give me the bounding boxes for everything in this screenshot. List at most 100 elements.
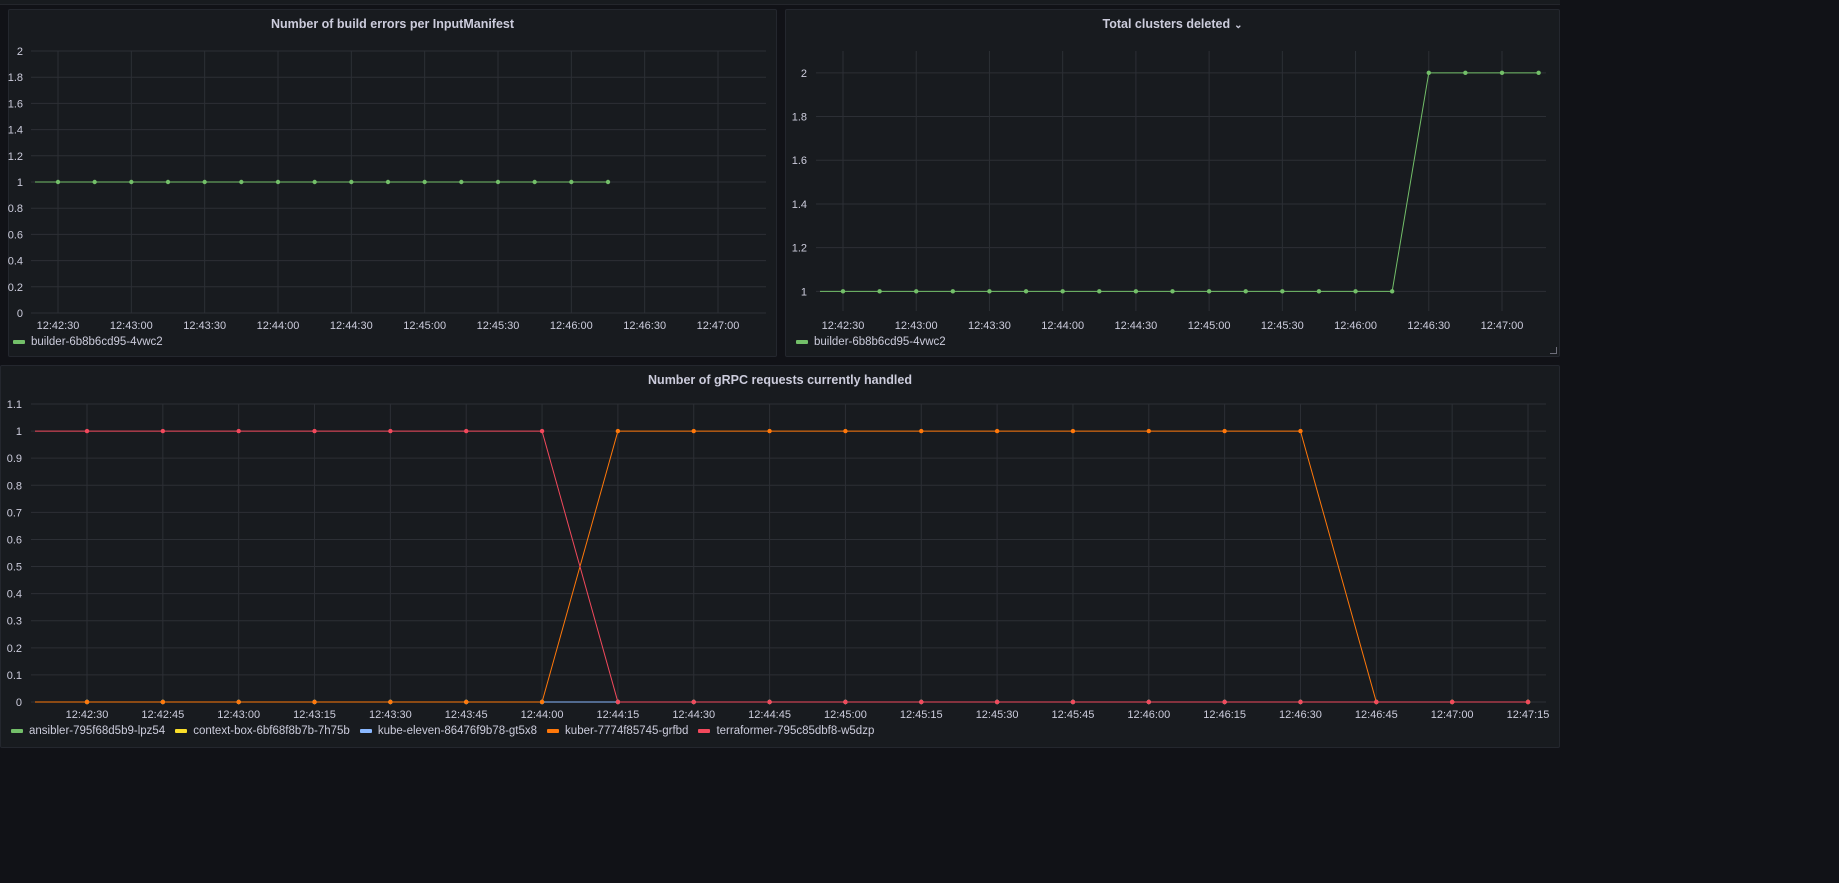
legend-item[interactable]: builder-6b8b6cd95-4vwc2 [796,336,946,348]
data-point[interactable] [877,289,882,294]
data-point[interactable] [1097,289,1102,294]
data-point[interactable] [202,179,207,185]
data-point[interactable] [84,699,90,705]
data-point[interactable] [1389,289,1395,294]
data-point[interactable] [691,428,696,434]
data-point[interactable] [1353,289,1358,294]
legend-item[interactable]: terraformer-795c85dbf8-w5dzp [698,725,874,737]
data-point[interactable] [919,428,924,434]
data-point[interactable] [160,699,166,705]
y-tick-label: 0 [17,308,23,320]
data-point[interactable] [388,428,393,434]
data-point[interactable] [1374,699,1379,705]
data-point[interactable] [459,179,464,185]
panel-clusters-deleted[interactable]: Total clusters deleted ⌄ 1 1.2 1.4 1.6 1.8 2 12… [785,9,1560,357]
x-tick-label: 12:43:15 [293,709,336,721]
data-point[interactable] [994,428,1000,434]
legend-item[interactable]: ansibler-795f68d5b9-lpz54 [11,725,165,737]
legend-swatch-icon [698,729,711,733]
data-point[interactable] [987,289,992,294]
data-point[interactable] [312,699,317,705]
data-point[interactable] [840,289,846,294]
legend-swatch-icon [359,729,372,733]
y-tick-label: 0.9 [7,453,22,465]
data-point[interactable] [312,179,317,185]
data-point[interactable] [1070,699,1076,705]
data-point[interactable] [349,179,354,185]
data-point[interactable] [950,289,956,294]
series-line-builder-6b8b6cd95-4vwc2[interactable] [820,72,1539,292]
data-point[interactable] [914,289,919,294]
data-point[interactable] [1280,289,1285,294]
data-point[interactable] [129,179,134,185]
data-point[interactable] [92,179,97,185]
legend-item[interactable]: builder-6b8b6cd95-4vwc2 [13,336,163,348]
data-point[interactable] [160,428,166,434]
data-point[interactable] [843,428,848,434]
data-point[interactable] [1525,699,1531,705]
data-point[interactable] [569,179,574,185]
data-point[interactable] [312,428,317,434]
data-point[interactable] [84,428,90,434]
data-point[interactable] [1133,289,1139,294]
data-point[interactable] [236,699,241,705]
data-point[interactable] [1449,699,1455,705]
data-point[interactable] [1536,70,1541,76]
data-point[interactable] [55,179,61,185]
chart-clusters-deleted: 1 1.2 1.4 1.6 1.8 2 12:42:30 12:43:00 12:43:30 12… [792,51,1546,332]
data-point[interactable] [1146,428,1151,434]
data-point[interactable] [464,428,469,434]
data-point[interactable] [464,699,469,705]
data-point[interactable] [422,179,427,185]
x-tick-label: 12:43:45 [445,709,488,721]
data-point[interactable] [605,179,611,185]
data-point[interactable] [495,179,501,185]
data-point[interactable] [1146,699,1151,705]
data-point[interactable] [1222,699,1227,705]
panel-grpc-requests[interactable]: Number of gRPC requests currently handle… [0,365,1560,748]
resize-handle[interactable] [1550,347,1557,354]
dashboard-top-strip [0,0,1560,5]
y-tick-label: 0.8 [8,203,23,215]
data-point[interactable] [539,699,545,705]
data-point[interactable] [1222,428,1227,434]
data-point[interactable] [843,699,848,705]
data-point[interactable] [165,179,171,185]
data-point[interactable] [385,179,391,185]
data-point[interactable] [1463,70,1468,76]
data-point[interactable] [239,179,244,185]
y-tick-label: 0.6 [8,229,23,241]
legend-swatch-icon [547,729,560,733]
data-point[interactable] [615,699,621,705]
data-point[interactable] [532,179,537,185]
data-point[interactable] [1499,70,1505,76]
data-point[interactable] [1243,289,1248,294]
data-point[interactable] [275,179,281,185]
data-point[interactable] [1298,428,1303,434]
legend-item[interactable]: kube-eleven-86476f9b78-gt5x8 [359,725,537,737]
data-point[interactable] [767,699,772,705]
data-point[interactable] [1298,699,1303,705]
data-point[interactable] [1060,289,1065,294]
data-point[interactable] [1316,289,1322,294]
data-point[interactable] [388,699,393,705]
panel-build-errors[interactable]: Number of build errors per InputManifest… [8,9,777,357]
data-point[interactable] [1170,289,1175,294]
x-tick-label: 12:44:30 [330,320,373,332]
data-point[interactable] [539,428,545,434]
data-point[interactable] [691,699,696,705]
data-point[interactable] [615,428,621,434]
x-tick-label: 12:43:30 [968,320,1011,332]
y-tick-label: 1 [801,286,807,298]
data-point[interactable] [1023,289,1029,294]
data-point[interactable] [236,428,241,434]
data-point[interactable] [767,428,772,434]
y-tick-label: 0.4 [8,256,23,268]
data-point[interactable] [1206,289,1212,294]
data-point[interactable] [1426,70,1431,76]
data-point[interactable] [919,699,924,705]
data-point[interactable] [994,699,1000,705]
legend-item[interactable]: kuber-7774f85745-grfbd [547,725,688,737]
data-point[interactable] [1070,428,1076,434]
legend-item[interactable]: context-box-6bf68f8b7b-7h75b [175,725,350,737]
